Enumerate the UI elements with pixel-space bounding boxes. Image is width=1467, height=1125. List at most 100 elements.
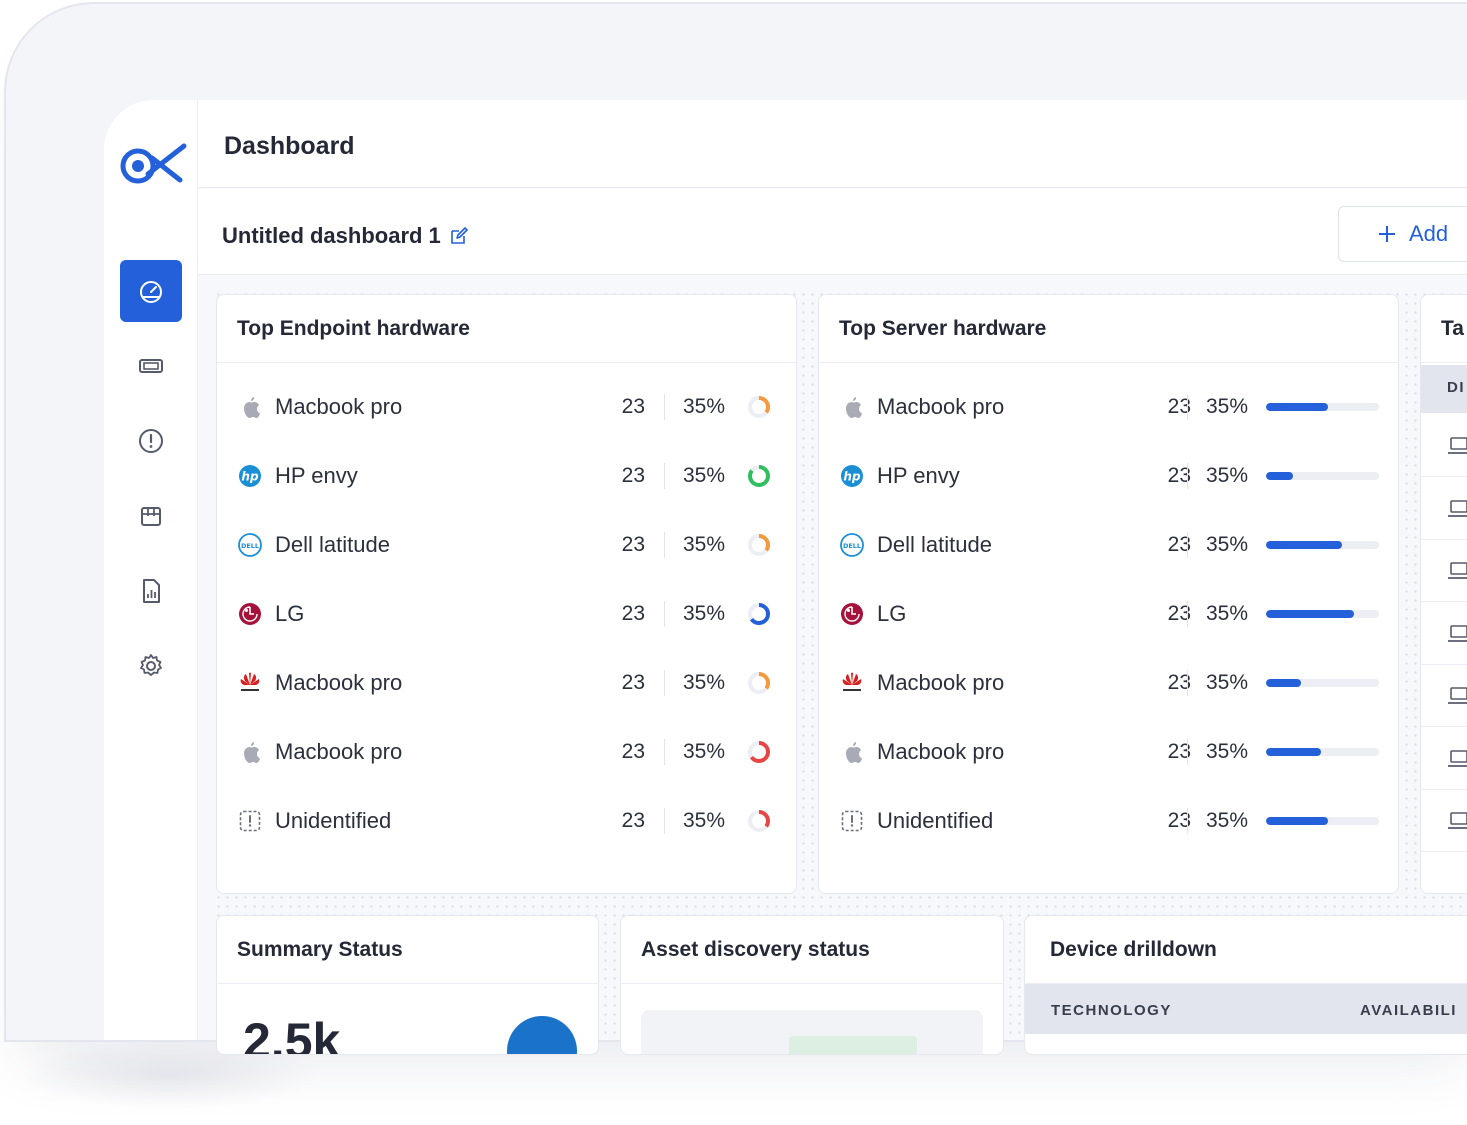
table-row[interactable] [1421,790,1467,852]
unidentified-icon [237,808,263,834]
status-badge [789,1036,917,1054]
apple-icon [839,739,865,765]
hardware-percent: 35% [683,464,726,487]
hardware-count: 23 [1167,671,1191,694]
svg-text:hp: hp [241,470,259,484]
unidentified-icon [839,808,865,834]
hardware-percent: 35% [683,602,726,625]
hardware-count: 23 [621,602,645,625]
percent-ring [747,533,771,557]
percent-bar [1266,541,1379,549]
laptop-icon [1448,437,1467,454]
list-item[interactable]: LG 23 35% [217,594,796,634]
hardware-name: LG [275,601,305,626]
apple-icon [237,394,263,420]
list-item[interactable]: hp HP envy 23 35% [217,456,796,496]
laptop-icon [1448,624,1467,642]
list-item[interactable]: Macbook pro 23 35% [217,387,796,427]
hardware-percent: 35% [683,533,726,556]
hardware-count: 23 [621,395,645,418]
sidebar-item-settings[interactable] [120,635,182,697]
column-divider [664,394,665,420]
hardware-count: 23 [1167,602,1191,625]
table-row[interactable] [1421,728,1467,790]
sidebar-item-alerts[interactable] [120,410,182,472]
percent-ring [747,395,771,419]
table-row[interactable] [1421,478,1467,540]
list-item[interactable]: hp HP envy 23 35% [819,456,1398,496]
column-divider [1187,739,1188,765]
hardware-percent: 35% [1206,533,1249,556]
hardware-name: Macbook pro [877,739,1005,764]
hp-icon: hp [239,465,261,487]
table-row[interactable] [1421,603,1467,665]
column-divider [1187,532,1188,558]
gauge-icon [140,281,162,303]
percent-ring [747,740,771,764]
package-icon [141,507,161,526]
sidebar-item-reports[interactable] [120,560,182,622]
list-item[interactable]: Macbook pro 23 35% [819,663,1398,703]
sidebar-item-tickets[interactable] [120,335,182,397]
gear-icon [140,654,162,676]
dashboard-name[interactable]: Untitled dashboard 1 [222,223,441,249]
add-button-label: Add [1409,221,1449,246]
table-row[interactable] [1421,665,1467,727]
hardware-name: Macbook pro [275,670,403,695]
column-divider [1187,394,1188,420]
percent-bar-fill [1266,817,1329,825]
table-row[interactable] [1421,540,1467,602]
list-item[interactable]: Macbook pro 23 35% [217,663,796,703]
add-widget-button[interactable]: Add [1338,206,1467,262]
hardware-percent: 35% [1206,740,1249,763]
lg-icon [841,603,863,625]
list-item[interactable]: Macbook pro 23 35% [217,732,796,772]
list-item[interactable]: Macbook pro 23 35% [819,732,1398,772]
discovery-summary-box [641,1010,983,1054]
top-header: Dashboard [198,100,1467,188]
hardware-percent: 35% [683,671,726,694]
column-technology[interactable]: TECHNOLOGY [1051,1002,1172,1019]
hardware-name: Unidentified [275,808,392,833]
list-item[interactable]: LG 23 35% [819,594,1398,634]
drilldown-table-header: TECHNOLOGY AVAILABILI [1025,984,1467,1034]
table-row[interactable] [1421,415,1467,477]
laptop-icon [1448,749,1467,767]
apple-icon [244,742,260,763]
laptop-icon [1448,562,1467,579]
column-divider [1187,601,1188,627]
apple-icon [237,739,263,765]
sidebar-item-assets[interactable] [120,485,182,547]
hardware-count: 23 [621,533,645,556]
hardware-count: 23 [1167,809,1191,832]
percent-bar-fill [1266,541,1342,549]
device-drilldown-card: Device drilldown TECHNOLOGY AVAILABILI [1024,915,1467,1055]
list-item[interactable]: Unidentified 23 35% [217,801,796,841]
unidentified-icon [841,810,863,832]
hardware-count: 23 [621,740,645,763]
dell-icon: DELL [840,533,864,557]
huawei-icon [842,672,862,691]
list-item[interactable]: Macbook pro 23 35% [819,387,1398,427]
edit-icon[interactable] [449,226,469,246]
laptop-icon [1448,812,1467,829]
hp-logo-icon [507,1016,577,1054]
percent-bar [1266,817,1379,825]
sidebar-item-dashboard[interactable] [120,260,182,322]
percent-bar-fill [1266,610,1355,618]
hardware-percent: 35% [683,740,726,763]
table-header: DI [1421,365,1467,413]
dashboard-toolbar: Untitled dashboard 1 Add [198,189,1467,275]
asset-discovery-card: Asset discovery status [620,915,1004,1055]
hardware-name: Macbook pro [877,394,1005,419]
card-title: Top Server hardware [819,295,1398,363]
lg-icon [239,603,261,625]
list-item[interactable]: Unidentified 23 35% [819,801,1398,841]
summary-value: 2.5k [243,1013,341,1055]
column-availability[interactable]: AVAILABILI [1360,1002,1457,1019]
column-divider [664,532,665,558]
dashboard-name-group: Untitled dashboard 1 [222,223,469,249]
list-item[interactable]: DELL Dell latitude 23 35% [819,525,1398,565]
list-item[interactable]: DELL Dell latitude 23 35% [217,525,796,565]
hardware-name: Macbook pro [275,739,403,764]
